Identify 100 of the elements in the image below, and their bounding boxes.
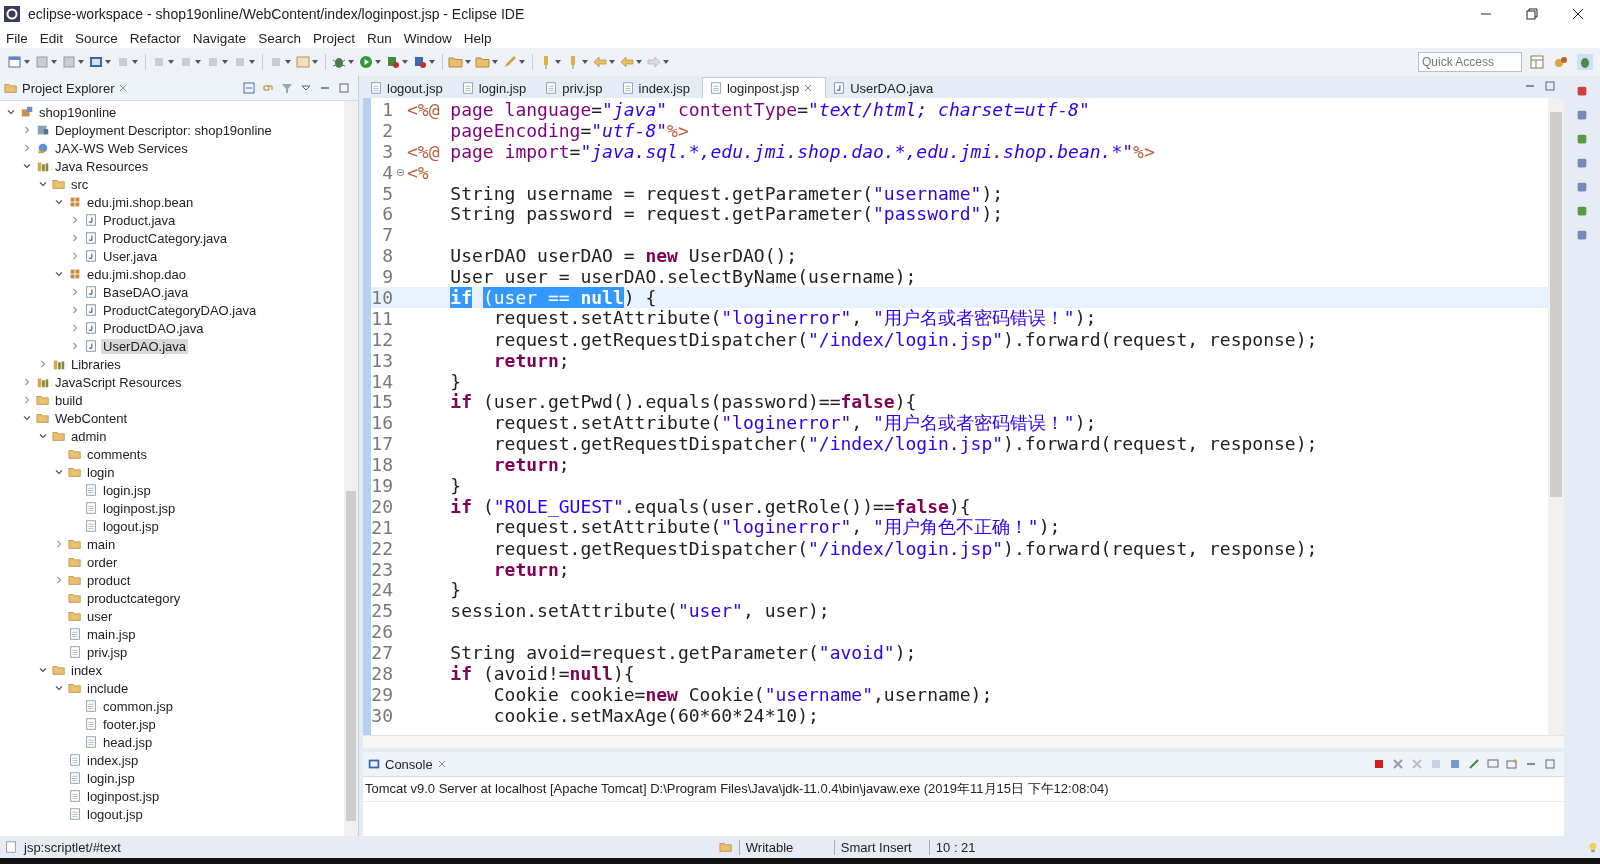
editor-tab[interactable]: login.jsp bbox=[454, 78, 539, 98]
tree-item[interactable]: order bbox=[85, 554, 120, 570]
tree-item[interactable]: common.jsp bbox=[101, 698, 176, 714]
dropdown-caret-icon[interactable] bbox=[555, 60, 561, 64]
maximize-icon[interactable] bbox=[338, 82, 350, 94]
tree-item[interactable]: JAX-WS Web Services bbox=[53, 140, 190, 156]
tree-item[interactable]: JavaScript Resources bbox=[53, 374, 184, 390]
tree-item[interactable]: edu.jmi.shop.bean bbox=[85, 194, 196, 210]
dropdown-caret-icon[interactable] bbox=[195, 60, 201, 64]
menu-item[interactable]: File bbox=[6, 30, 28, 46]
dropdown-caret-icon[interactable] bbox=[429, 60, 435, 64]
tree-item[interactable]: loginpost.jsp bbox=[101, 500, 178, 516]
dropdown-caret-icon[interactable] bbox=[402, 60, 408, 64]
tree-item[interactable]: shop19online bbox=[37, 104, 119, 120]
menu-item[interactable]: Help bbox=[463, 30, 492, 46]
dropdown-caret-icon[interactable] bbox=[492, 60, 498, 64]
editor-tab[interactable]: index.jsp bbox=[614, 78, 702, 98]
new-console-icon[interactable] bbox=[1506, 758, 1518, 770]
menu-item[interactable]: Source bbox=[75, 30, 118, 46]
menu-item[interactable]: Project bbox=[312, 30, 355, 46]
tree-item[interactable]: productcategory bbox=[85, 590, 183, 606]
remove-icon[interactable] bbox=[1392, 758, 1404, 770]
dropdown-caret-icon[interactable] bbox=[519, 60, 525, 64]
editor-tab[interactable]: logout.jsp bbox=[363, 78, 455, 98]
menu-item[interactable]: Search bbox=[258, 30, 301, 46]
display-icon[interactable] bbox=[1487, 758, 1499, 770]
tree-item[interactable]: main bbox=[85, 536, 118, 552]
tree-item[interactable]: index.jsp bbox=[85, 752, 141, 768]
tree-item[interactable]: src bbox=[69, 176, 91, 192]
dropdown-caret-icon[interactable] bbox=[609, 60, 615, 64]
dropdown-caret-icon[interactable] bbox=[105, 60, 111, 64]
close-icon[interactable] bbox=[1572, 8, 1584, 20]
tree-item[interactable]: login.jsp bbox=[101, 482, 153, 498]
tree-item[interactable]: loginpost.jsp bbox=[85, 788, 162, 804]
tree-item[interactable]: head.jsp bbox=[101, 734, 155, 750]
remove-all-icon[interactable] bbox=[1411, 758, 1423, 770]
tree-item[interactable]: logout.jsp bbox=[85, 806, 145, 822]
dropdown-caret-icon[interactable] bbox=[78, 60, 84, 64]
menu-item[interactable]: Edit bbox=[39, 30, 64, 46]
link-icon[interactable] bbox=[262, 82, 274, 94]
dropdown-caret-icon[interactable] bbox=[249, 60, 255, 64]
menu-item[interactable]: Run bbox=[366, 30, 392, 46]
tree-item[interactable]: ProductCategoryDAO.java bbox=[101, 302, 259, 318]
run-icon[interactable] bbox=[358, 54, 374, 70]
tree-item[interactable]: Java Resources bbox=[53, 158, 151, 174]
server-icon[interactable] bbox=[385, 54, 401, 70]
tree-item[interactable]: Libraries bbox=[69, 356, 123, 372]
view-tab[interactable]: Console bbox=[385, 756, 433, 772]
dropdown-caret-icon[interactable] bbox=[465, 60, 471, 64]
quick-access-field[interactable]: Quick Access bbox=[1418, 52, 1522, 72]
tree-item[interactable]: footer.jsp bbox=[101, 716, 158, 732]
fold-icon[interactable] bbox=[395, 167, 405, 177]
tree-item[interactable]: product bbox=[85, 572, 133, 588]
tree-item[interactable]: comments bbox=[85, 446, 149, 462]
folder-icon[interactable] bbox=[448, 54, 464, 70]
dropdown-caret-icon[interactable] bbox=[312, 60, 318, 64]
dropdown-caret-icon[interactable] bbox=[168, 60, 174, 64]
restore-icon[interactable] bbox=[1526, 8, 1538, 20]
scrollbar[interactable] bbox=[1548, 98, 1564, 735]
tree-item[interactable]: Product.java bbox=[101, 212, 178, 228]
perspective-icon[interactable] bbox=[1529, 54, 1545, 70]
editor-tab[interactable]: loginpost.jsp bbox=[701, 77, 827, 98]
menu-item[interactable]: Navigate bbox=[192, 30, 247, 46]
tree-item[interactable]: User.java bbox=[101, 248, 160, 264]
new-file-icon[interactable] bbox=[7, 54, 23, 70]
folder-icon[interactable] bbox=[475, 54, 491, 70]
tree-item[interactable]: login bbox=[85, 464, 117, 480]
tree-item[interactable]: edu.jmi.shop.dao bbox=[85, 266, 188, 282]
scrollbar[interactable] bbox=[344, 101, 358, 836]
tree-item[interactable]: BaseDAO.java bbox=[101, 284, 191, 300]
tree-item[interactable]: UserDAO.java bbox=[101, 338, 189, 354]
dropdown-caret-icon[interactable] bbox=[582, 60, 588, 64]
tree-item[interactable]: logout.jsp bbox=[101, 518, 161, 534]
tree-item[interactable]: main.jsp bbox=[85, 626, 138, 642]
tree-item[interactable]: build bbox=[53, 392, 85, 408]
tree-item[interactable]: login.jsp bbox=[85, 770, 137, 786]
dropdown-caret-icon[interactable] bbox=[348, 60, 354, 64]
view-tab[interactable]: Project Explorer bbox=[22, 80, 115, 96]
collapse-all-icon[interactable] bbox=[243, 82, 255, 94]
tree-item[interactable]: Deployment Descriptor: shop19online bbox=[53, 122, 274, 138]
filter-icon[interactable] bbox=[281, 82, 293, 94]
tree-item[interactable]: ProductCategory.java bbox=[101, 230, 230, 246]
tree-item[interactable]: ProductDAO.java bbox=[101, 320, 206, 336]
tree-item[interactable]: include bbox=[85, 680, 131, 696]
terminal-icon[interactable] bbox=[88, 54, 104, 70]
dropdown-caret-icon[interactable] bbox=[24, 60, 30, 64]
scrollbar[interactable] bbox=[363, 735, 1564, 748]
dropdown-caret-icon[interactable] bbox=[132, 60, 138, 64]
editor-tab[interactable]: UserDAO.java bbox=[826, 78, 946, 98]
maximize-icon[interactable] bbox=[1544, 758, 1556, 770]
tree-item[interactable]: user bbox=[85, 608, 115, 624]
dropdown-caret-icon[interactable] bbox=[375, 60, 381, 64]
tree-item[interactable]: admin bbox=[69, 428, 109, 444]
tree-item[interactable]: index bbox=[69, 662, 105, 678]
server-stop-icon[interactable] bbox=[412, 54, 428, 70]
maximize-icon[interactable] bbox=[1544, 80, 1556, 92]
dropdown-caret-icon[interactable] bbox=[51, 60, 57, 64]
menu-item[interactable]: Window bbox=[403, 30, 452, 46]
dropdown-caret-icon[interactable] bbox=[222, 60, 228, 64]
tree-item[interactable]: priv.jsp bbox=[85, 644, 130, 660]
